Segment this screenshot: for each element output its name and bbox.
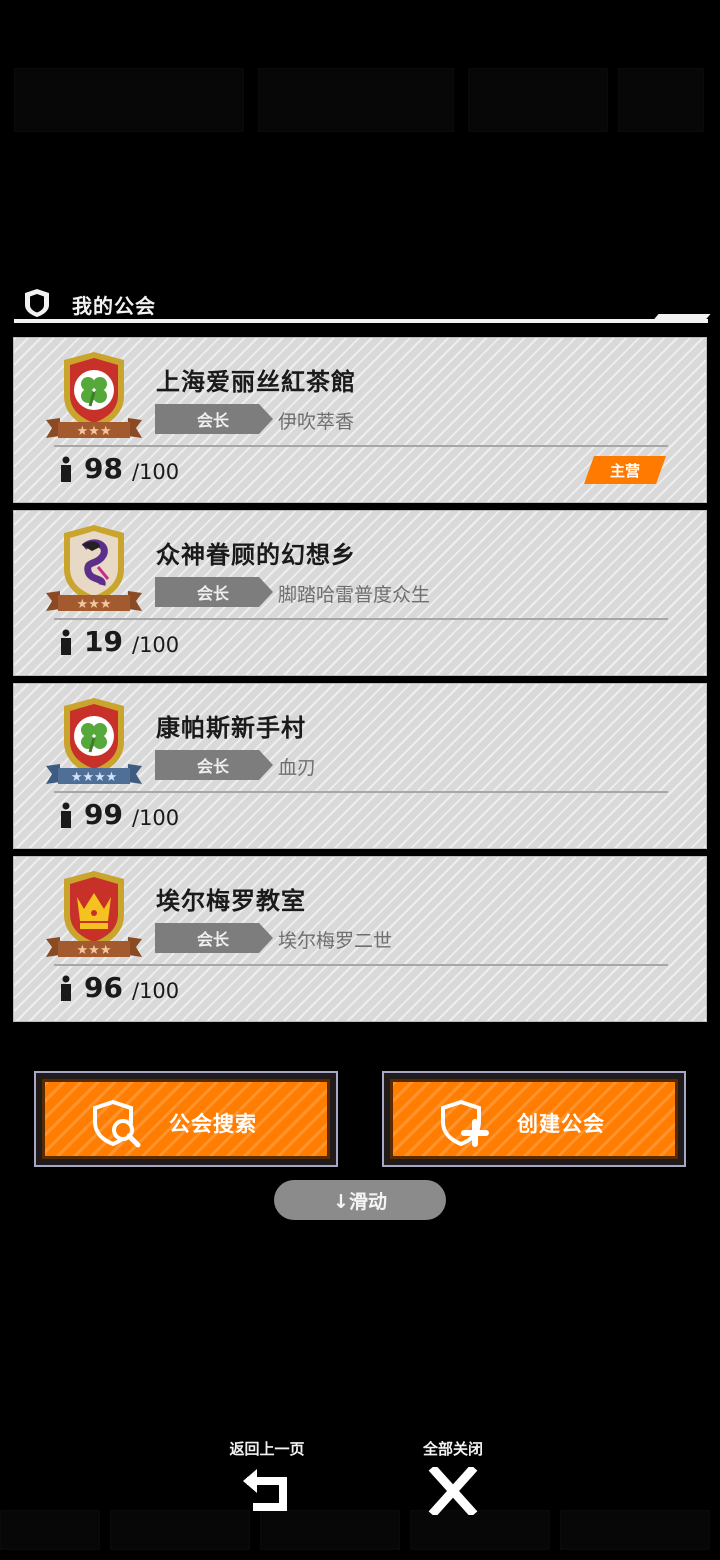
person-icon	[61, 629, 71, 655]
member-count: 96	[84, 971, 123, 1004]
role-tag: 会长	[155, 750, 273, 780]
member-count: 98	[84, 452, 123, 485]
role-tag: 会长	[155, 923, 273, 953]
guild-card[interactable]: ★★★★ 康帕斯新手村 会长 血刃 99 /100	[13, 683, 707, 849]
person-icon	[61, 456, 71, 482]
member-capacity: /100	[132, 806, 180, 830]
background-hud	[0, 50, 720, 150]
create-guild-label: 创建公会	[517, 1112, 605, 1136]
member-capacity: /100	[132, 979, 180, 1003]
shield-plus-icon	[441, 1100, 489, 1147]
background-hud-panel	[258, 68, 454, 132]
main-guild-badge: 主营	[584, 456, 666, 484]
member-count: 19	[84, 625, 123, 658]
my-guild-header: 我的公会	[14, 284, 711, 324]
member-capacity: /100	[132, 633, 180, 657]
person-icon	[61, 975, 71, 1001]
guild-leader-name: 血刃	[278, 757, 317, 779]
page-title: 我的公会	[72, 294, 156, 318]
card-divider	[54, 791, 668, 793]
guild-search-label: 公会搜索	[169, 1112, 257, 1136]
guild-name: 上海爱丽丝紅茶館	[156, 368, 356, 396]
member-capacity: /100	[132, 460, 180, 484]
shield-icon	[25, 289, 49, 317]
create-guild-button[interactable]: 创建公会	[382, 1071, 686, 1167]
create-guild-button-face[interactable]: 创建公会	[390, 1079, 678, 1159]
header-divider	[14, 319, 708, 323]
guild-name: 康帕斯新手村	[156, 714, 306, 742]
guild-search-button[interactable]: 公会搜索	[34, 1071, 338, 1167]
header-tab-accent	[653, 314, 711, 320]
close-icon	[428, 1464, 478, 1518]
card-divider	[54, 964, 668, 966]
card-divider	[54, 618, 668, 620]
background-hud-panel	[618, 68, 704, 132]
crown-emblem-icon: ★★★	[46, 871, 142, 958]
background-hud-panel	[14, 68, 244, 132]
serpent-emblem-icon: ★★★	[46, 525, 142, 612]
close-all-button[interactable]: 全部关闭	[398, 1438, 508, 1528]
background-tab	[0, 1510, 100, 1550]
svg-text:★★★★: ★★★★	[71, 770, 118, 785]
guild-card[interactable]: ★★★ 埃尔梅罗教室 会长 埃尔梅罗二世 96 /100	[13, 856, 707, 1022]
guild-leader-name: 埃尔梅罗二世	[278, 930, 393, 952]
back-label: 返回上一页	[229, 1440, 305, 1458]
clover-emblem-icon: ★★★	[46, 352, 142, 439]
role-tag: 会长	[155, 577, 273, 607]
background-tab	[560, 1510, 710, 1550]
guild-name: 埃尔梅罗教室	[156, 887, 306, 915]
background-tabbar	[0, 1420, 720, 1560]
guild-name: 众神眷顾的幻想乡	[156, 541, 356, 569]
close-all-label: 全部关闭	[422, 1440, 483, 1458]
guild-card[interactable]: ★★★ 上海爱丽丝紅茶館 会长 伊吹萃香 98 /100 主营	[13, 337, 707, 503]
role-tag: 会长	[155, 404, 273, 434]
background-hud-panel	[468, 68, 608, 132]
shield-search-icon	[93, 1100, 141, 1148]
svg-text:★★★: ★★★	[77, 943, 112, 958]
svg-text:★★★: ★★★	[77, 597, 112, 612]
clover-emblem-icon: ★★★★	[46, 698, 142, 785]
person-icon	[61, 802, 71, 828]
guild-card[interactable]: ★★★ 众神眷顾的幻想乡 会长 脚踏哈雷普度众生 19 /100	[13, 510, 707, 676]
back-arrow-icon	[243, 1469, 287, 1511]
scroll-hint-button[interactable]: ↓滑动	[274, 1180, 446, 1220]
back-button[interactable]: 返回上一页	[212, 1438, 322, 1528]
guild-leader-name: 脚踏哈雷普度众生	[278, 584, 431, 606]
guild-leader-name: 伊吹萃香	[278, 411, 355, 433]
member-count: 99	[84, 798, 123, 831]
svg-text:★★★: ★★★	[77, 424, 112, 439]
guild-search-button-face[interactable]: 公会搜索	[42, 1079, 330, 1159]
card-divider	[54, 445, 668, 447]
